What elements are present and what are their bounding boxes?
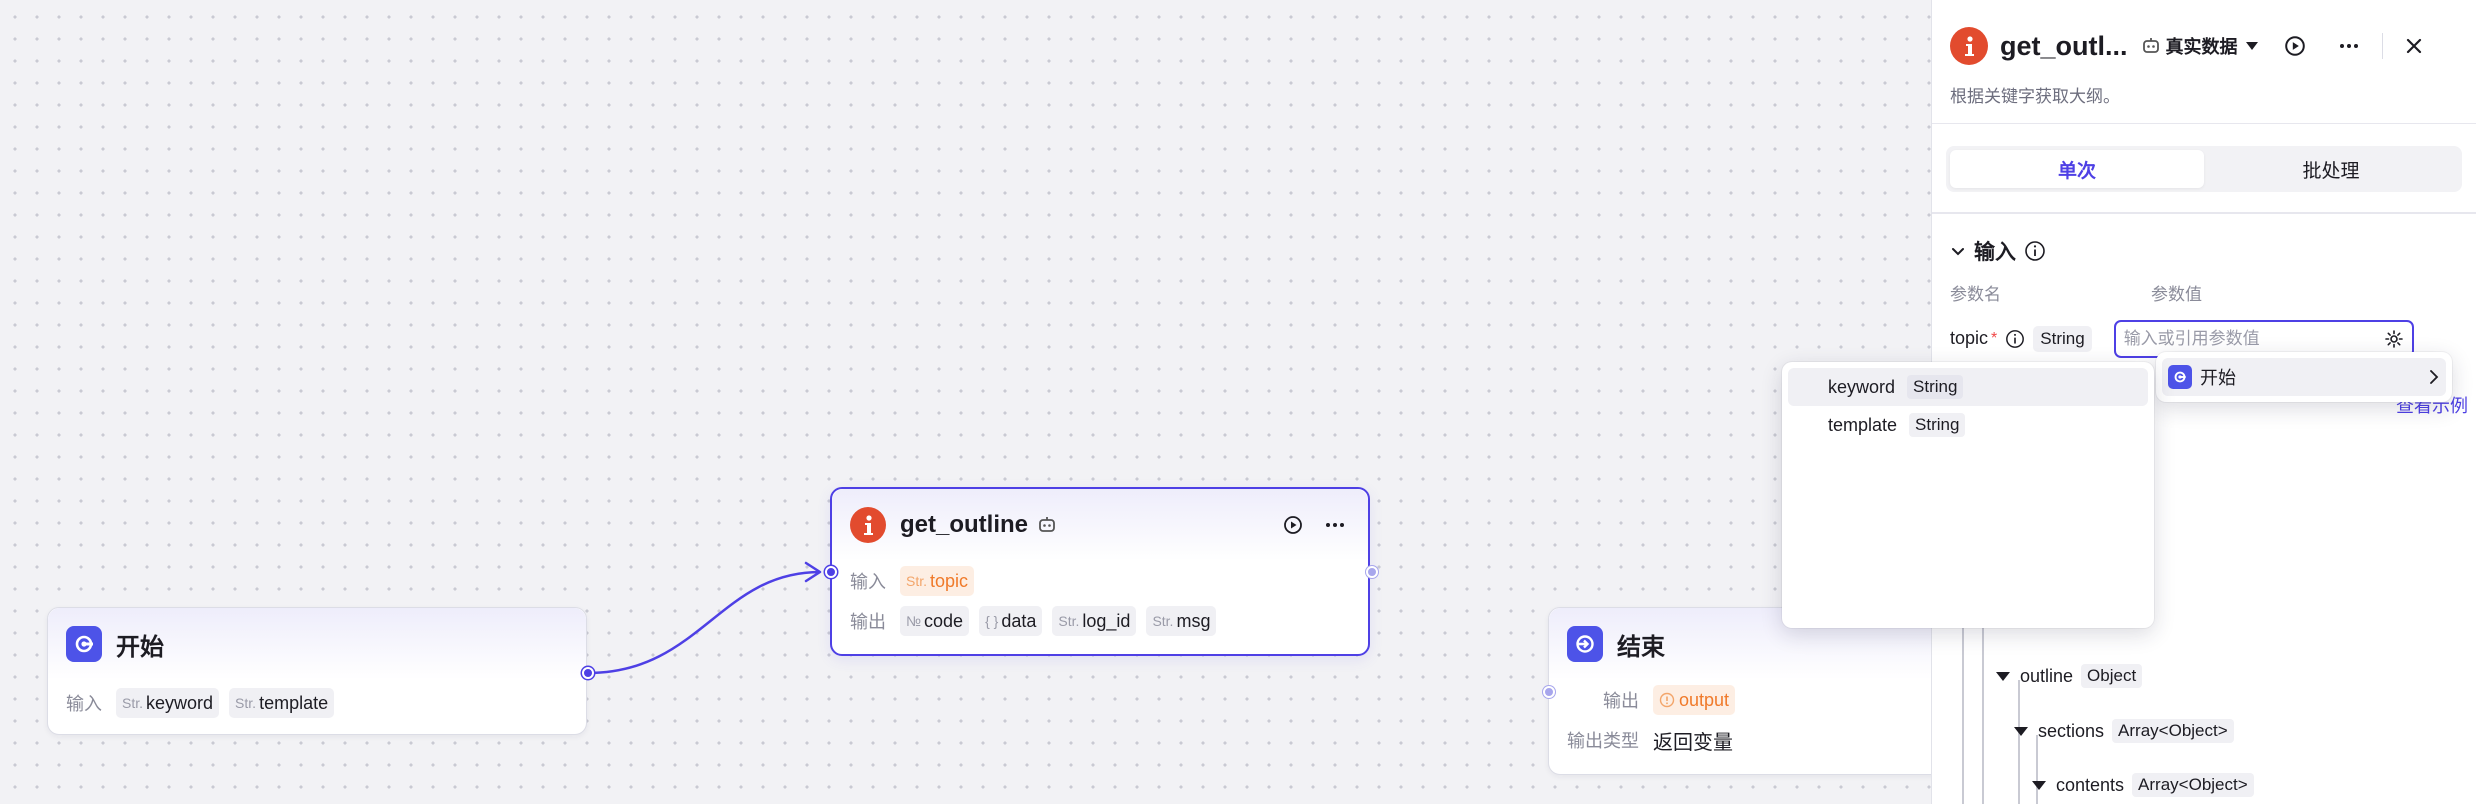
plugin-node-title: get_outline [900,511,1029,538]
close-icon[interactable] [2399,31,2429,61]
output-label: 输出 [1603,691,1639,711]
input-label: 输入 [850,572,886,592]
variable-dropdown: keyword String template String [1782,362,2154,628]
output-type-value: 返回变量 [1653,731,1733,754]
var-chip-code: № code [900,606,970,636]
var-option-template[interactable]: template String [1788,406,2148,444]
end-icon [1567,626,1603,662]
output-label: 输出 [850,612,886,632]
start-node-title: 开始 [116,633,164,661]
param-name: topic [1950,328,1989,348]
chevron-down-icon [1950,243,1966,259]
plugin-node-outputs: 输出 № code { } data Str. log_id Str. msg [832,601,1368,641]
caret-down-icon [2245,42,2258,50]
more-options-button[interactable] [2334,31,2364,61]
start-output-port[interactable] [582,667,594,679]
start-icon [66,626,102,662]
var-chip-template: Str. template [229,688,335,718]
end-input-port[interactable] [1543,686,1555,698]
run-button[interactable] [2280,31,2310,61]
param-value-input[interactable] [2123,328,2364,349]
param-type: String [2033,325,2092,352]
var-chip-data: { } data [979,606,1043,636]
plugin-node-inputs: 输入 Str. topic [832,561,1368,601]
panel-header: get_outl... 真实数据 根据关键字获取大纲。 [1932,0,2476,124]
tree-node-sections[interactable]: sections Array<Object> [2014,719,2234,743]
var-chip-keyword: Str. keyword [116,688,220,718]
header-divider [2381,33,2383,59]
plugin-node-get-outline[interactable]: get_outline 输入 Str. topic 输出 № code { } dat… [830,487,1370,656]
plugin-node-header: get_outline [832,489,1368,561]
ref-node-label: 开始 [2200,368,2236,388]
settings-icon[interactable] [2384,329,2404,349]
reference-node-dropdown: 开始 [2156,352,2452,402]
start-node[interactable]: 开始 输入 Str. keyword Str. template [47,607,587,735]
data-mode-select[interactable]: 真实数据 [2166,33,2258,59]
plugin-input-port[interactable] [825,566,837,578]
param-column-headers: 参数名 参数值 [1932,280,2476,305]
var-chip-msg: Str. msg [1146,606,1217,636]
caret-down-icon [1996,671,2010,681]
tab-single[interactable]: 单次 [1950,150,2204,188]
input-label: 输入 [66,694,102,714]
var-option-keyword[interactable]: keyword String [1788,368,2148,406]
panel-title: get_outl... [2000,30,2128,61]
info-icon [2024,240,2046,262]
input-section-header[interactable]: 输入 [1932,236,2476,266]
end-node-output: 输出 output [1549,680,1967,720]
start-node-inputs: 输入 Str. keyword Str. template [48,680,586,726]
run-node-button[interactable] [1278,510,1308,540]
plugin-icon [1950,27,1988,65]
col-param-value: 参数值 [2151,284,2202,304]
col-param-name: 参数名 [1950,284,2001,304]
robot-icon [2142,37,2160,55]
divider [1932,212,2476,214]
edge-start-to-plugin [587,570,821,675]
run-mode-tabs: 单次 批处理 [1946,146,2462,192]
start-node-header: 开始 [48,608,586,680]
tree-node-contents[interactable]: contents Array<Object> [2032,773,2254,797]
tree-node-outline[interactable]: outline Object [1996,664,2143,688]
start-icon [2168,365,2192,389]
warning-icon [1659,692,1675,708]
var-chip-log-id: Str. log_id [1052,606,1137,636]
chevron-right-icon [2428,369,2440,385]
panel-description: 根据关键字获取大纲。 [1950,87,2120,106]
ref-node-start[interactable]: 开始 [2162,358,2446,396]
plugin-output-port[interactable] [1366,566,1378,578]
end-node-title: 结束 [1617,633,1665,661]
plugin-icon [850,507,886,543]
section-title: 输入 [1974,240,2016,264]
required-mark: * [1991,329,1998,347]
more-options-button[interactable] [1320,510,1350,540]
output-type-label: 输出类型 [1567,731,1639,751]
tab-batch[interactable]: 批处理 [2204,150,2458,188]
info-icon [2005,329,2025,349]
edge-arrowhead [804,561,822,583]
caret-down-icon [2014,726,2028,736]
var-chip-output: output [1653,685,1736,715]
robot-icon [1038,516,1056,534]
end-node[interactable]: 结束 输出 output 输出类型 返回变量 [1548,607,1968,775]
var-chip-topic: Str. topic [900,566,975,596]
caret-down-icon [2032,780,2046,790]
end-node-output-type: 输出类型 返回变量 [1549,720,1967,760]
